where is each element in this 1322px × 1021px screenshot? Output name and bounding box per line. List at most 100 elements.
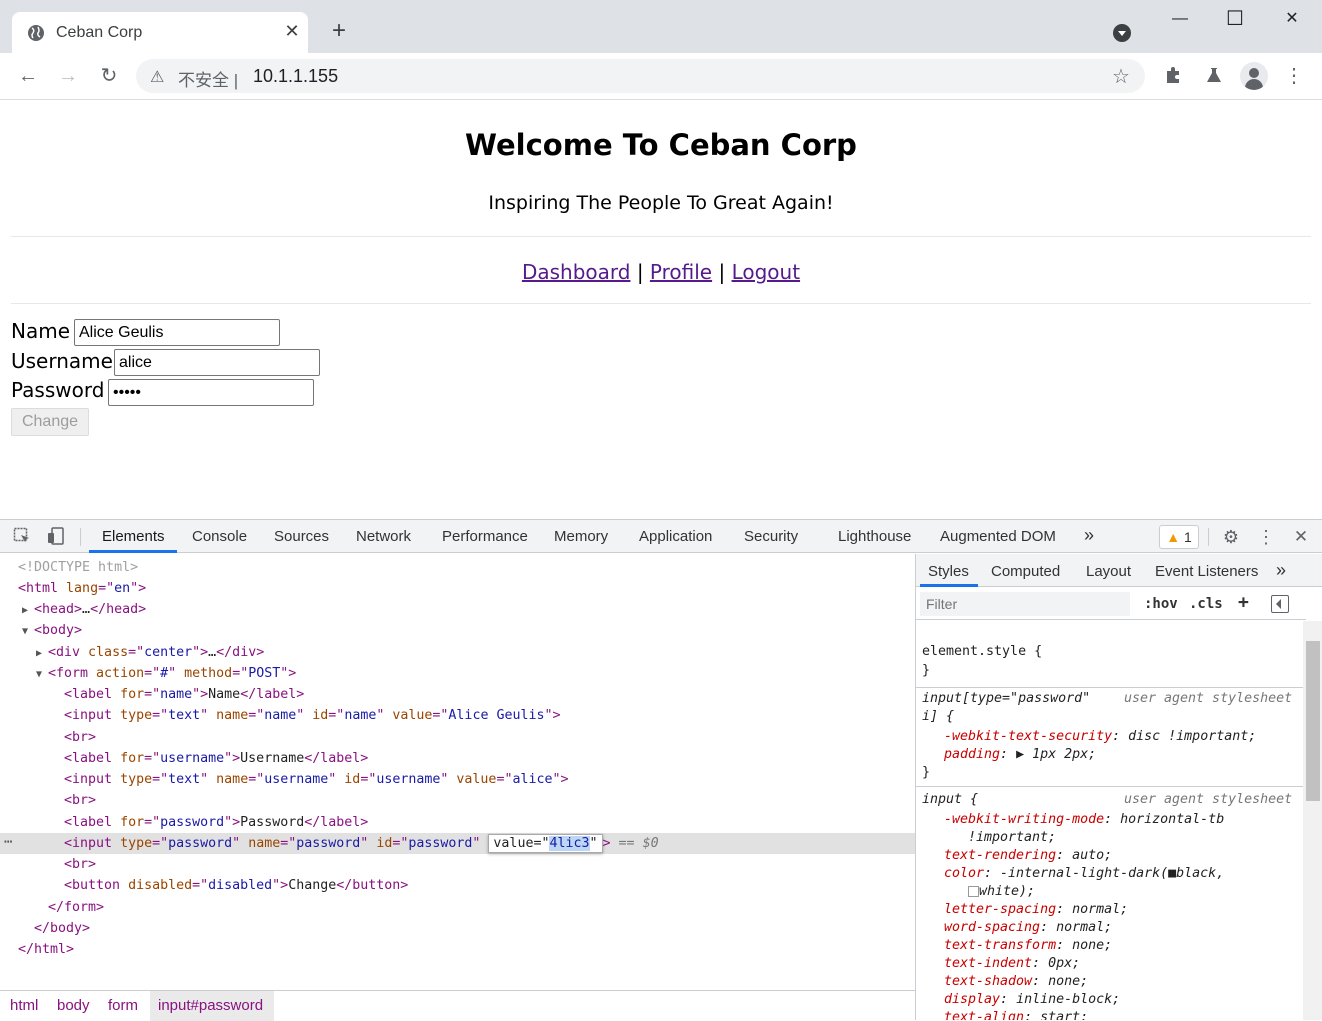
settings-gear-icon[interactable]: ⚙ bbox=[1221, 527, 1241, 547]
rule-close-brace: } bbox=[922, 765, 931, 780]
dom-node[interactable]: ▶ <head>…</head> bbox=[22, 599, 146, 620]
css-property[interactable]: text-transform: none; bbox=[944, 937, 1112, 955]
tab-lighthouse[interactable]: Lighthouse bbox=[838, 528, 911, 545]
user-agent-label: user agent stylesheet bbox=[1124, 792, 1293, 807]
tab-layout[interactable]: Layout bbox=[1086, 563, 1131, 580]
css-property[interactable]: letter-spacing: normal; bbox=[944, 901, 1128, 919]
dom-node[interactable]: <br> bbox=[64, 854, 96, 875]
logout-link[interactable]: Logout bbox=[732, 260, 800, 284]
window-close-button[interactable]: ✕ bbox=[1277, 4, 1307, 34]
dom-node[interactable]: </form> bbox=[48, 897, 104, 918]
tab-event-listeners[interactable]: Event Listeners bbox=[1155, 563, 1258, 580]
dom-node[interactable]: <label for="username">Username</label> bbox=[64, 748, 368, 769]
labs-flask-icon[interactable] bbox=[1203, 65, 1225, 87]
name-input[interactable] bbox=[74, 319, 280, 346]
sidebar-toggle-icon[interactable] bbox=[1271, 595, 1289, 613]
maximize-button[interactable]: ☐ bbox=[1220, 4, 1250, 34]
scrollbar-thumb[interactable] bbox=[1306, 641, 1320, 801]
tab-augmented-dom[interactable]: Augmented DOM bbox=[940, 528, 1056, 545]
not-secure-label[interactable]: 不安全 | bbox=[178, 66, 238, 91]
styles-scrollbar[interactable] bbox=[1303, 621, 1322, 1020]
more-panes-icon[interactable]: » bbox=[1276, 560, 1286, 581]
dom-node[interactable]: </body> bbox=[34, 918, 90, 939]
address-bar[interactable]: ⚠ 不安全 | 10.1.1.155 ☆ bbox=[136, 59, 1145, 93]
profile-link[interactable]: Profile bbox=[650, 260, 712, 284]
dom-node[interactable]: <button disabled="disabled">Change</butt… bbox=[64, 875, 408, 896]
styles-filter-input[interactable] bbox=[920, 592, 1130, 616]
tab-application[interactable]: Application bbox=[639, 528, 712, 545]
dom-node[interactable]: </html> bbox=[18, 939, 74, 960]
new-tab-button[interactable]: + bbox=[326, 18, 352, 44]
devtools-menu-icon[interactable]: ⋮ bbox=[1256, 527, 1276, 547]
reload-icon[interactable]: ↻ bbox=[94, 61, 124, 91]
devtools-tab-bar: Elements Console Sources Network Perform… bbox=[0, 520, 1322, 553]
rule-selector[interactable]: input { bbox=[922, 791, 978, 809]
selected-dom-node[interactable]: <input type="password" name="password" i… bbox=[64, 833, 659, 854]
tab-sources[interactable]: Sources bbox=[274, 528, 329, 545]
css-property[interactable]: -webkit-text-security: disc !important; bbox=[944, 728, 1256, 746]
warning-icon[interactable]: ⚠ bbox=[150, 67, 164, 87]
color-swatch[interactable] bbox=[968, 885, 979, 897]
change-button[interactable]: Change bbox=[11, 408, 89, 436]
menu-kebab-icon[interactable]: ⋮ bbox=[1283, 65, 1305, 87]
css-property[interactable]: text-shadow: none; bbox=[944, 973, 1088, 991]
inspect-element-icon[interactable] bbox=[12, 527, 32, 547]
profile-avatar-icon[interactable] bbox=[1240, 62, 1268, 90]
css-property[interactable]: text-rendering: auto; bbox=[944, 847, 1112, 865]
hov-toggle[interactable]: :hov bbox=[1144, 596, 1178, 612]
dom-node[interactable]: <label for="password">Password</label> bbox=[64, 812, 368, 833]
css-property[interactable]: text-indent: 0px; bbox=[944, 955, 1080, 973]
dom-node[interactable]: <input type="text" name="name" id="name"… bbox=[64, 705, 561, 726]
cls-toggle[interactable]: .cls bbox=[1189, 596, 1223, 612]
dom-node[interactable]: <html lang="en"> bbox=[18, 578, 146, 599]
tab-security[interactable]: Security bbox=[744, 528, 798, 545]
new-rule-button[interactable]: + bbox=[1238, 592, 1249, 613]
tab-console[interactable]: Console bbox=[192, 528, 247, 545]
dom-node[interactable]: ▼ <form action="#" method="POST"> bbox=[36, 663, 296, 684]
device-toolbar-icon[interactable] bbox=[46, 527, 66, 547]
tab-computed[interactable]: Computed bbox=[991, 563, 1060, 580]
tab-styles[interactable]: Styles bbox=[928, 563, 969, 580]
minimize-button[interactable]: — bbox=[1165, 4, 1195, 34]
tab-performance[interactable]: Performance bbox=[442, 528, 528, 545]
dom-node[interactable]: <br> bbox=[64, 790, 96, 811]
css-property[interactable]: text-align: start; bbox=[944, 1009, 1088, 1020]
css-property[interactable]: -webkit-writing-mode: horizontal-tb bbox=[944, 811, 1224, 829]
back-arrow-icon[interactable]: ← bbox=[13, 61, 43, 91]
dom-node[interactable]: ▶ <div class="center">…</div> bbox=[36, 642, 264, 663]
element-style-selector[interactable]: element.style { bbox=[922, 643, 1042, 661]
dom-node[interactable]: ▼ <body> bbox=[22, 620, 82, 641]
username-input[interactable] bbox=[114, 349, 320, 376]
dom-node[interactable]: <label for="name">Name</label> bbox=[64, 684, 304, 705]
breadcrumb-html[interactable]: html bbox=[10, 997, 38, 1014]
forward-arrow-icon[interactable]: → bbox=[53, 61, 83, 91]
css-property[interactable]: display: inline-block; bbox=[944, 991, 1120, 1009]
password-input[interactable] bbox=[108, 379, 314, 406]
dom-node[interactable]: <!DOCTYPE html> bbox=[18, 557, 138, 578]
tab-search-icon[interactable] bbox=[1113, 24, 1131, 42]
tab-network[interactable]: Network bbox=[356, 528, 411, 545]
css-property[interactable]: color: -internal-light-dark(■black, bbox=[944, 865, 1224, 883]
attribute-value-editor[interactable]: value="4lic3" bbox=[488, 834, 603, 853]
warnings-badge[interactable]: ▲ 1 bbox=[1159, 525, 1199, 549]
tab-memory[interactable]: Memory bbox=[554, 528, 608, 545]
tab-close-icon[interactable]: ✕ bbox=[282, 21, 302, 41]
css-property[interactable]: padding: ▶ 1px 2px; bbox=[944, 746, 1096, 764]
css-property[interactable]: word-spacing: normal; bbox=[944, 919, 1112, 937]
rule-selector[interactable]: input[type="password" bbox=[922, 690, 1090, 708]
dom-node[interactable]: <input type="text" name="username" id="u… bbox=[64, 769, 569, 790]
breadcrumb-body[interactable]: body bbox=[57, 997, 90, 1014]
dashboard-link[interactable]: Dashboard bbox=[522, 260, 631, 284]
password-value-text[interactable]: 4lic3 bbox=[549, 836, 590, 851]
url-text[interactable]: 10.1.1.155 bbox=[253, 66, 338, 87]
extensions-puzzle-icon[interactable] bbox=[1163, 65, 1185, 87]
breadcrumb-input-password[interactable]: input#password bbox=[158, 997, 263, 1014]
more-tabs-icon[interactable]: » bbox=[1084, 525, 1094, 546]
breadcrumb-form[interactable]: form bbox=[108, 997, 138, 1014]
dom-node[interactable]: <br> bbox=[64, 727, 96, 748]
node-actions-icon[interactable]: ⋯ bbox=[4, 833, 12, 854]
tab-elements[interactable]: Elements bbox=[102, 528, 165, 545]
browser-tab[interactable]: Ceban Corp ✕ bbox=[12, 12, 308, 54]
bookmark-star-icon[interactable]: ☆ bbox=[1112, 64, 1130, 89]
devtools-close-icon[interactable]: ✕ bbox=[1291, 527, 1311, 547]
